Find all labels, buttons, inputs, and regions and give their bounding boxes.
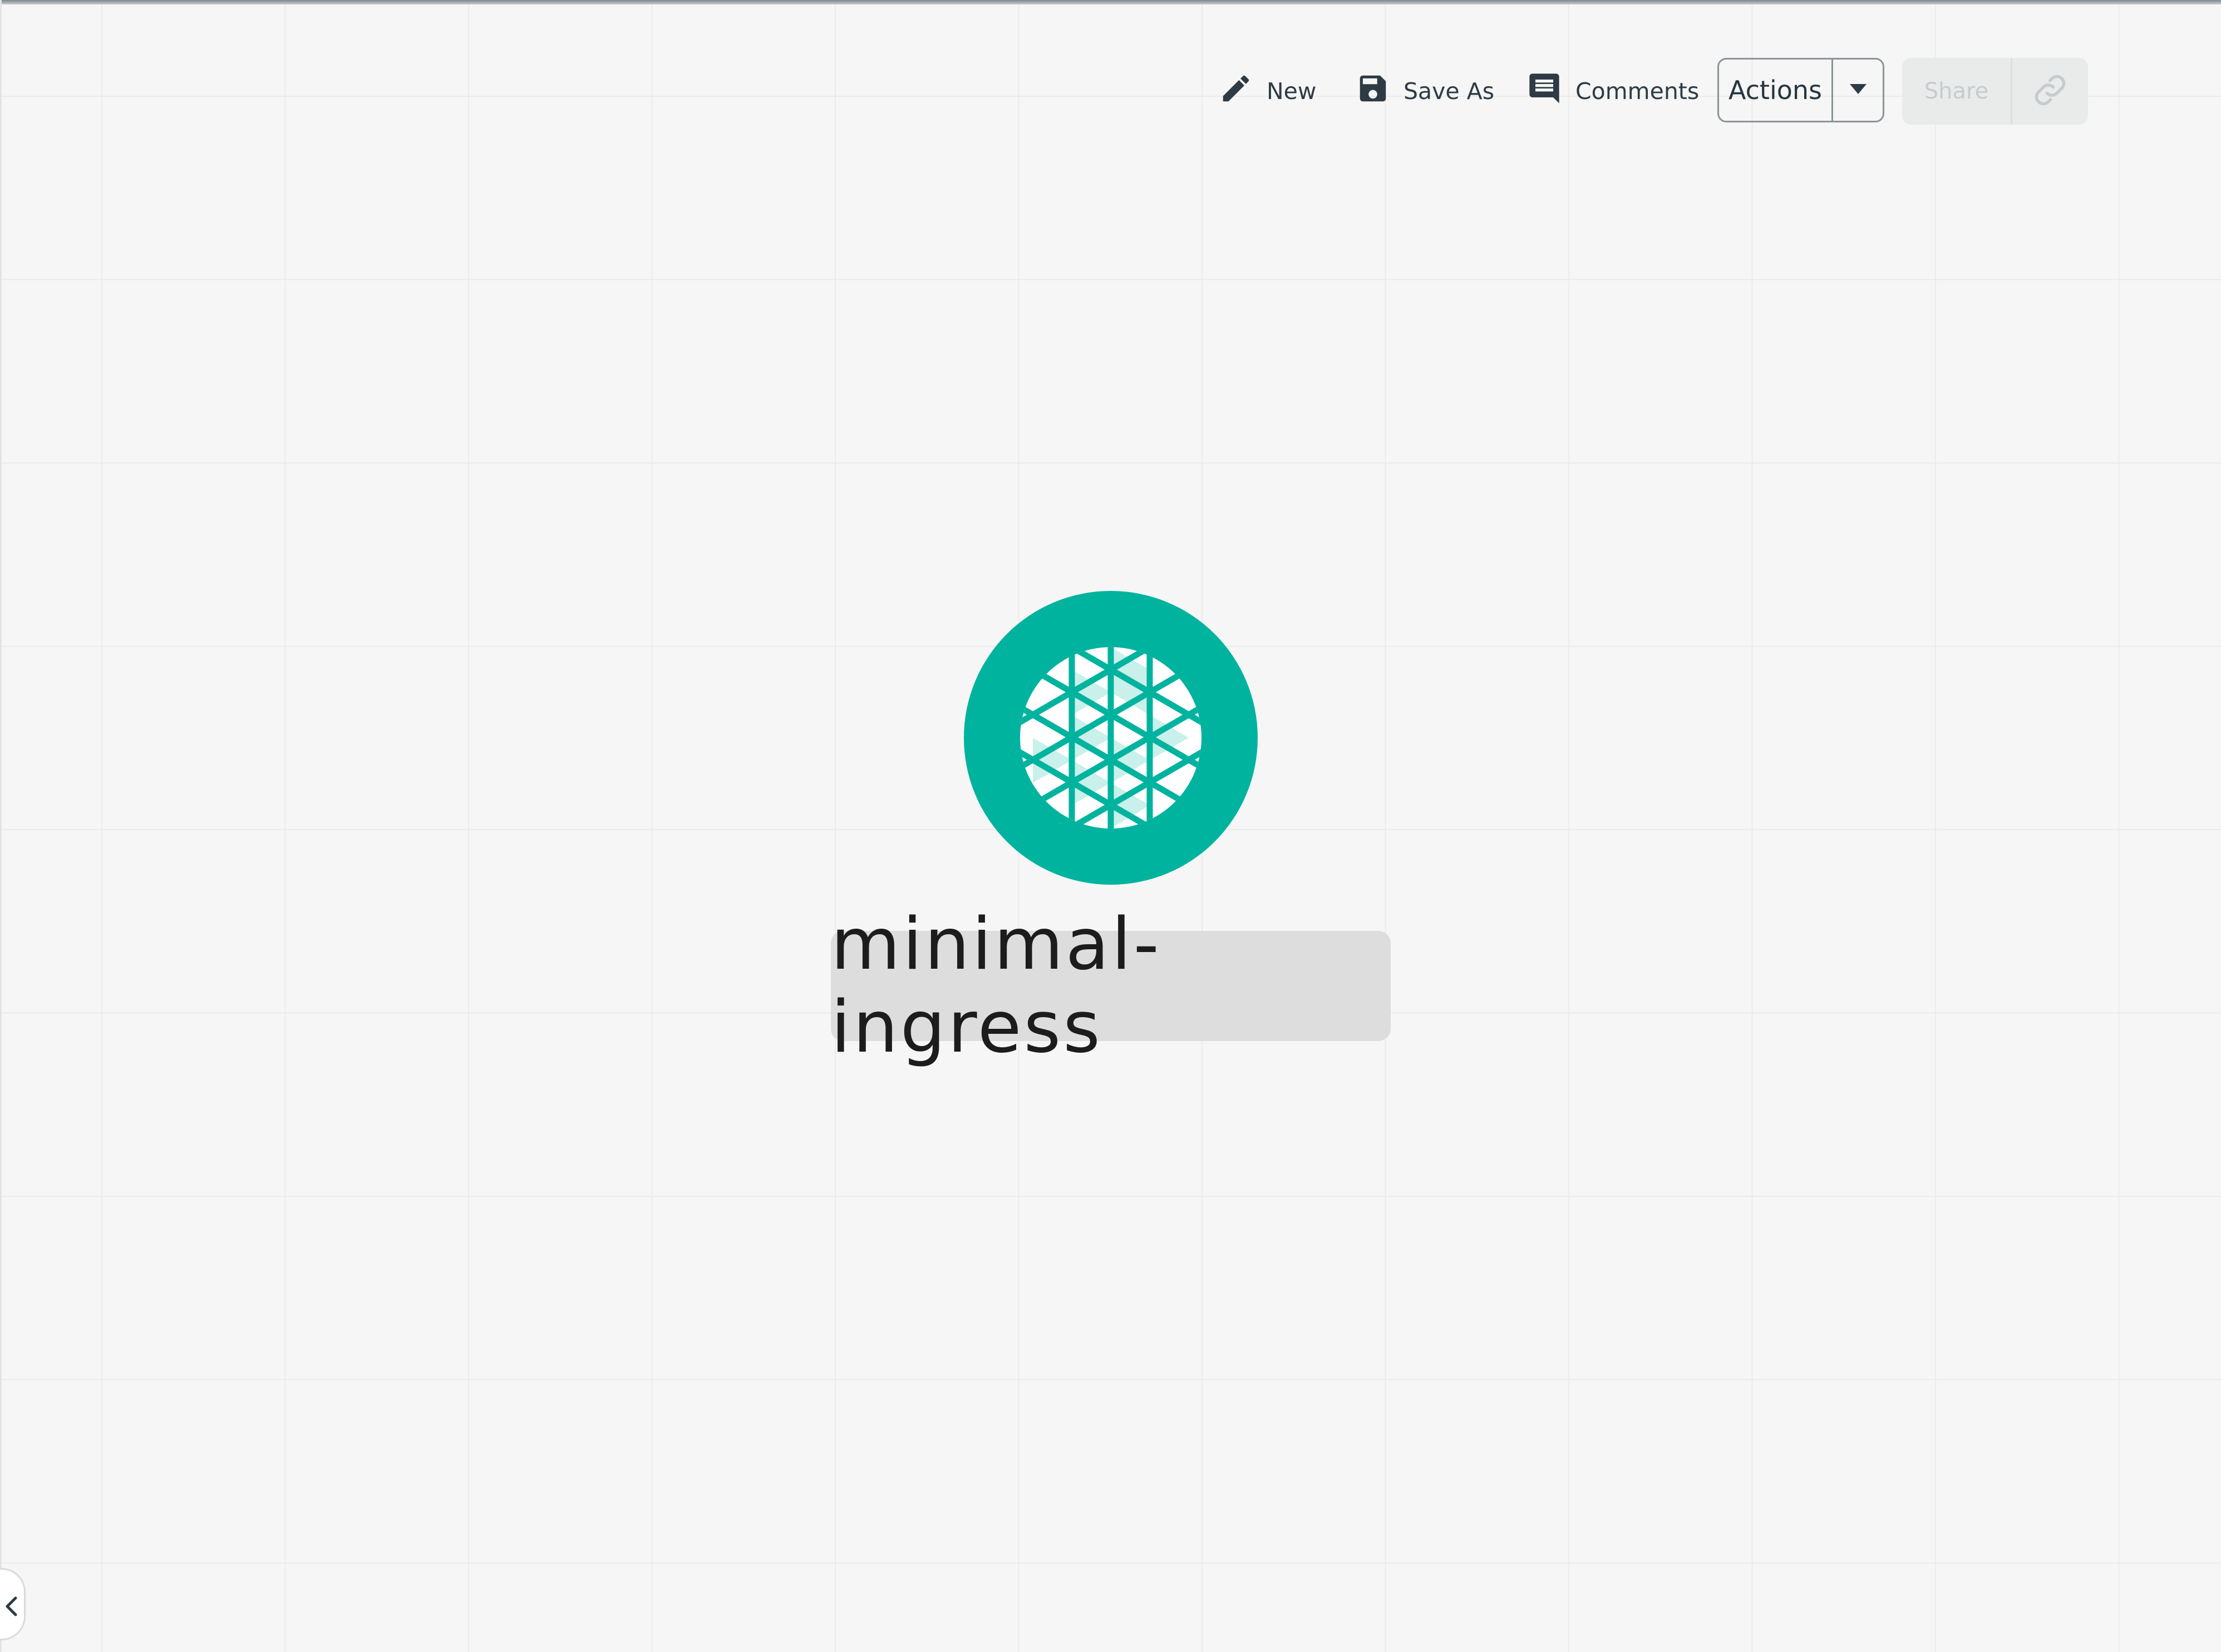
actions-dropdown-toggle[interactable] [1833,60,1883,121]
caret-down-icon [1849,84,1867,96]
canvas-left-edge [0,0,2,1652]
save-as-label: Save As [1403,78,1495,105]
node-name-label[interactable]: minimal-ingress [831,903,1391,1069]
actions-split-button: Actions [1717,58,1884,122]
copy-link-button[interactable] [2012,58,2088,125]
actions-button[interactable]: Actions [1719,60,1833,121]
floppy-disk-icon [1356,71,1390,111]
ingress-icon[interactable] [964,591,1258,885]
link-icon [2032,72,2069,111]
comments-label: Comments [1575,78,1700,105]
comment-icon [1526,71,1562,112]
share-button[interactable]: Share [1902,58,2012,125]
window-top-border [0,0,2221,4]
save-as-button[interactable]: Save As [1356,58,1494,125]
pencil-icon [1219,71,1253,111]
comments-button[interactable]: Comments [1526,58,1699,125]
sidebar-toggle-button[interactable] [0,1568,26,1640]
share-group: Share [1902,58,2088,125]
new-label: New [1267,78,1317,105]
chevron-left-icon [6,1596,17,1616]
new-button[interactable]: New [1219,58,1316,125]
